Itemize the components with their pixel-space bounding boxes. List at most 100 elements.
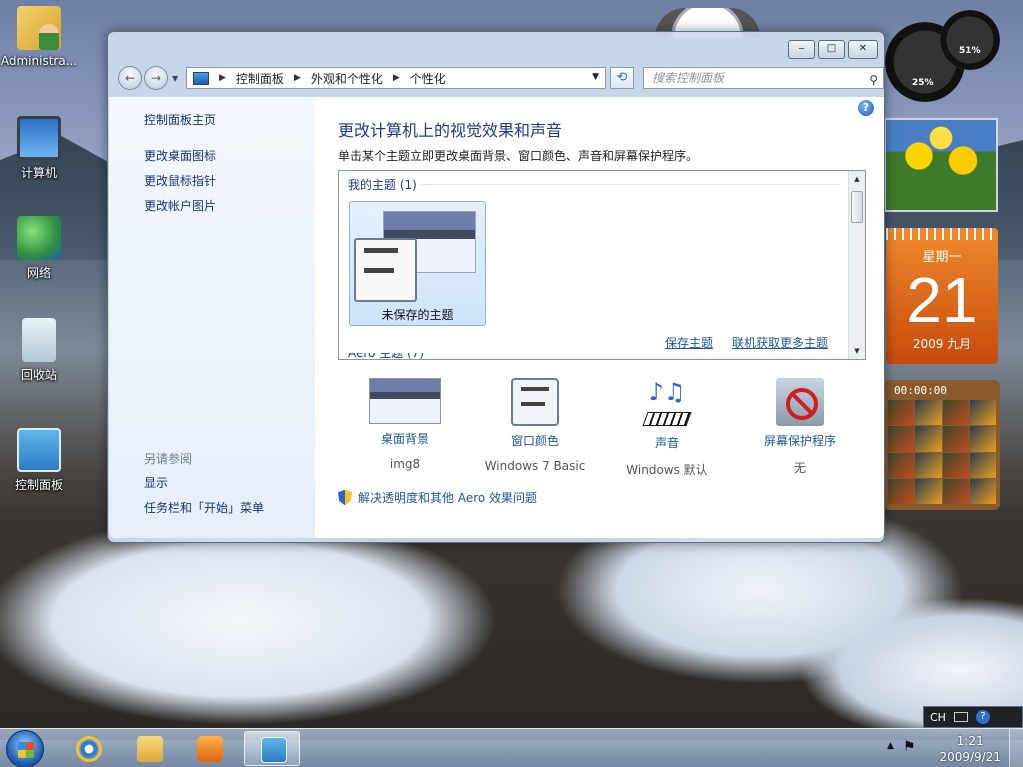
aero-link-label[interactable]: 解决透明度和其他 Aero 效果问题 [358,489,537,506]
wallpaper-ice [0,510,1023,740]
theme-list: 我的主题 (1) 未保存的主题 保存主题 联机获取更多主题 Aero 主题 (7… [338,170,866,360]
chevron-right-icon[interactable]: ▶ [393,73,400,83]
save-theme-link[interactable]: 保存主题 [665,334,713,351]
theme-list-scrollbar[interactable]: ▲ ▼ [848,171,865,359]
network-icon [17,216,61,260]
theme-item-unsaved[interactable]: 未保存的主题 [349,201,486,326]
theme-item-label: 未保存的主题 [381,308,454,322]
file-explorer-icon [137,736,163,762]
maximize-button[interactable]: □ [818,40,845,59]
desktop-icon-label: Administra... [0,54,78,68]
cpu-value: 25% [912,78,934,88]
user-folder-icon [17,6,61,50]
personalization-window: ‒ □ ✕ ← → ▼ ▶ 控制面板 ▶ 外观和个性化 ▶ 个性化 ▼ ⟲ 搜索… [107,31,885,543]
option-label[interactable]: 桌面背景 [335,430,475,447]
scroll-down-icon[interactable]: ▼ [849,343,865,359]
back-button[interactable]: ← [118,66,142,90]
link-change-desktop-icons[interactable]: 更改桌面图标 [144,147,216,164]
search-icon[interactable]: ⚲ [869,70,878,90]
breadcrumb-appearance[interactable]: 外观和个性化 [311,70,383,87]
left-navigation-pane: 控制面板主页 更改桌面图标 更改鼠标指针 更改帐户图片 另请参阅 显示 任务栏和… [109,97,315,538]
taskbar-explorer[interactable] [121,731,177,766]
screensaver-icon [776,378,824,426]
window-color-icon [511,378,559,426]
desktop-icon-administrator[interactable]: Administra... [0,6,78,68]
scroll-up-icon[interactable]: ▲ [849,171,865,187]
clock-date: 2009/9/21 [939,750,1001,764]
minimize-button[interactable]: ‒ [788,40,815,59]
option-label[interactable]: 声音 [597,434,737,451]
desktop-icon-network[interactable]: 网络 [0,216,78,281]
action-center-flag-icon[interactable]: ⚑ [903,739,921,755]
slideshow-gadget[interactable] [884,118,998,212]
desktop-icon-computer[interactable]: 计算机 [0,116,78,181]
language-indicator[interactable]: CH [930,711,946,724]
link-change-account-picture[interactable]: 更改帐户图片 [144,197,216,214]
taskbar-control-panel[interactable] [244,731,300,766]
calendar-gadget[interactable]: 星期一 21 2009 九月 [886,228,998,364]
cpu-meter-gadget[interactable]: 25% 51% [885,10,1003,110]
language-bar[interactable]: CH ? [923,706,1023,728]
page-title: 更改计算机上的视觉效果和声音 [338,121,563,140]
screensaver-option[interactable]: 屏幕保护程序 无 [730,378,870,476]
option-label[interactable]: 屏幕保护程序 [730,432,870,449]
link-display[interactable]: 显示 [144,474,168,491]
show-desktop-button[interactable] [1009,729,1023,767]
desktop-icon-label: 计算机 [20,166,57,180]
desktop-background-option[interactable]: 桌面背景 img8 [335,378,475,471]
help-icon[interactable]: ? [858,100,874,116]
control-panel-icon [17,428,61,472]
desktop-icon-control-panel[interactable]: 控制面板 [0,428,78,493]
taskbar-clock[interactable]: 1:21 2009/9/21 [939,733,1001,765]
refresh-button[interactable]: ⟲ [610,67,634,89]
start-button[interactable] [6,730,44,767]
desktop-icon-label: 回收站 [20,368,57,382]
window-color-option[interactable]: 窗口颜色 Windows 7 Basic [465,378,605,473]
search-input[interactable]: 搜索控制面板 ⚲ [643,67,884,89]
window-controls: ‒ □ ✕ [788,40,878,59]
theme-window-preview [354,238,417,302]
breadcrumb-personalization[interactable]: 个性化 [410,70,446,87]
taskbar-ie[interactable] [60,731,116,766]
desktop-icon-recycle-bin[interactable]: 回收站 [0,318,78,383]
puzzle-timer: 00:00:00 [894,384,947,397]
aero-troubleshoot-link[interactable]: 解决透明度和其他 Aero 效果问题 [338,489,537,506]
keyboard-icon[interactable] [953,712,968,722]
breadcrumb-control-panel[interactable]: 控制面板 [236,70,284,87]
link-taskbar-start-menu[interactable]: 任务栏和「开始」菜单 [144,499,264,516]
recycle-bin-icon [22,318,56,362]
close-button[interactable]: ✕ [848,40,878,59]
chevron-right-icon[interactable]: ▶ [219,73,226,83]
calendar-year-month: 2009 九月 [912,337,972,351]
forward-button[interactable]: → [144,66,168,90]
desktop-icon-label: 控制面板 [14,478,63,492]
scroll-thumb[interactable] [851,191,863,223]
memory-gauge: 51% [940,10,1000,70]
chevron-right-icon[interactable]: ▶ [294,73,301,83]
puzzle-grid[interactable] [888,400,996,504]
clock-time: 1:21 [956,734,984,748]
calendar-day: 21 [906,264,978,336]
main-content-pane: ? 更改计算机上的视觉效果和声音 单击某个主题立即更改桌面背景、窗口颜色、声音和… [315,97,884,538]
sound-icon: ♪♫ [641,378,693,428]
taskbar-media-player[interactable] [181,731,237,766]
internet-explorer-icon [76,736,102,762]
uac-shield-icon [338,489,352,506]
link-change-mouse-pointers[interactable]: 更改鼠标指针 [144,172,216,189]
link-control-panel-home[interactable]: 控制面板主页 [144,111,216,128]
page-subtitle: 单击某个主题立即更改桌面背景、窗口颜色、声音和屏幕保护程序。 [338,149,699,163]
sound-option[interactable]: ♪♫ 声音 Windows 默认 [597,378,737,478]
calendar-weekday: 星期一 [922,250,962,265]
address-dropdown-icon[interactable]: ▼ [592,72,599,82]
media-player-icon [197,736,223,762]
help-icon[interactable]: ? [975,710,990,724]
show-hidden-icons-arrow-icon[interactable]: ▲ [887,741,894,751]
get-more-themes-link[interactable]: 联机获取更多主题 [732,334,828,351]
option-value: Windows 7 Basic [484,459,586,473]
picture-puzzle-gadget[interactable]: 00:00:00 [884,380,1000,510]
search-placeholder: 搜索控制面板 [652,71,725,85]
address-bar[interactable]: ▶ 控制面板 ▶ 外观和个性化 ▶ 个性化 ▼ [186,67,606,89]
recent-pages-dropdown[interactable]: ▼ [172,74,178,83]
memory-value: 51% [959,46,981,56]
option-label[interactable]: 窗口颜色 [465,432,605,449]
